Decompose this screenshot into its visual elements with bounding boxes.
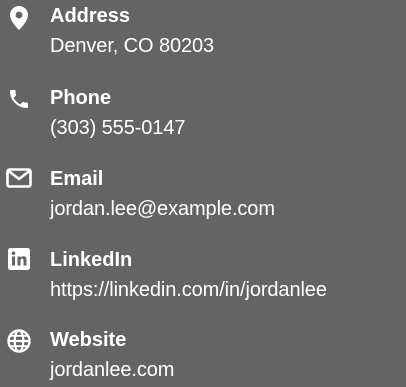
contact-label-linkedin: LinkedIn xyxy=(50,249,133,271)
contact-label-email: Email xyxy=(50,168,104,190)
contact-label-address: Address xyxy=(50,5,131,27)
linkedin-link[interactable]: https://linkedin.com/in/jordanlee xyxy=(50,278,327,302)
globe-icon xyxy=(6,328,32,354)
map-pin-icon xyxy=(6,5,32,31)
email-link[interactable]: jordan.lee@example.com xyxy=(50,197,275,221)
envelope-icon xyxy=(6,165,32,191)
contact-value-address: Denver, CO 80203 xyxy=(50,35,215,57)
contact-info-panel: Address Denver, CO 80203 Phone (303) 555… xyxy=(0,0,406,387)
contact-label-phone: Phone xyxy=(50,87,112,109)
phone-link[interactable]: (303) 555-0147 xyxy=(50,116,185,140)
website-link[interactable]: jordanlee.com xyxy=(50,358,174,382)
contact-label-website: Website xyxy=(50,329,127,351)
phone-icon xyxy=(6,86,32,112)
linkedin-icon xyxy=(6,246,32,272)
